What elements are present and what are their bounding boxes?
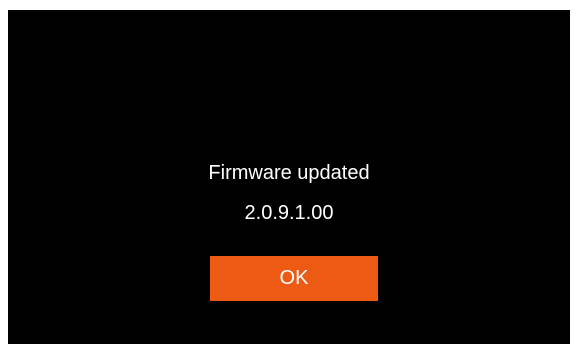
device-screen: Firmware updated 2.0.9.1.00 OK [8, 10, 570, 344]
ok-button[interactable]: OK [210, 256, 378, 301]
firmware-version: 2.0.9.1.00 [244, 202, 334, 224]
update-status-message: Firmware updated [208, 162, 370, 184]
